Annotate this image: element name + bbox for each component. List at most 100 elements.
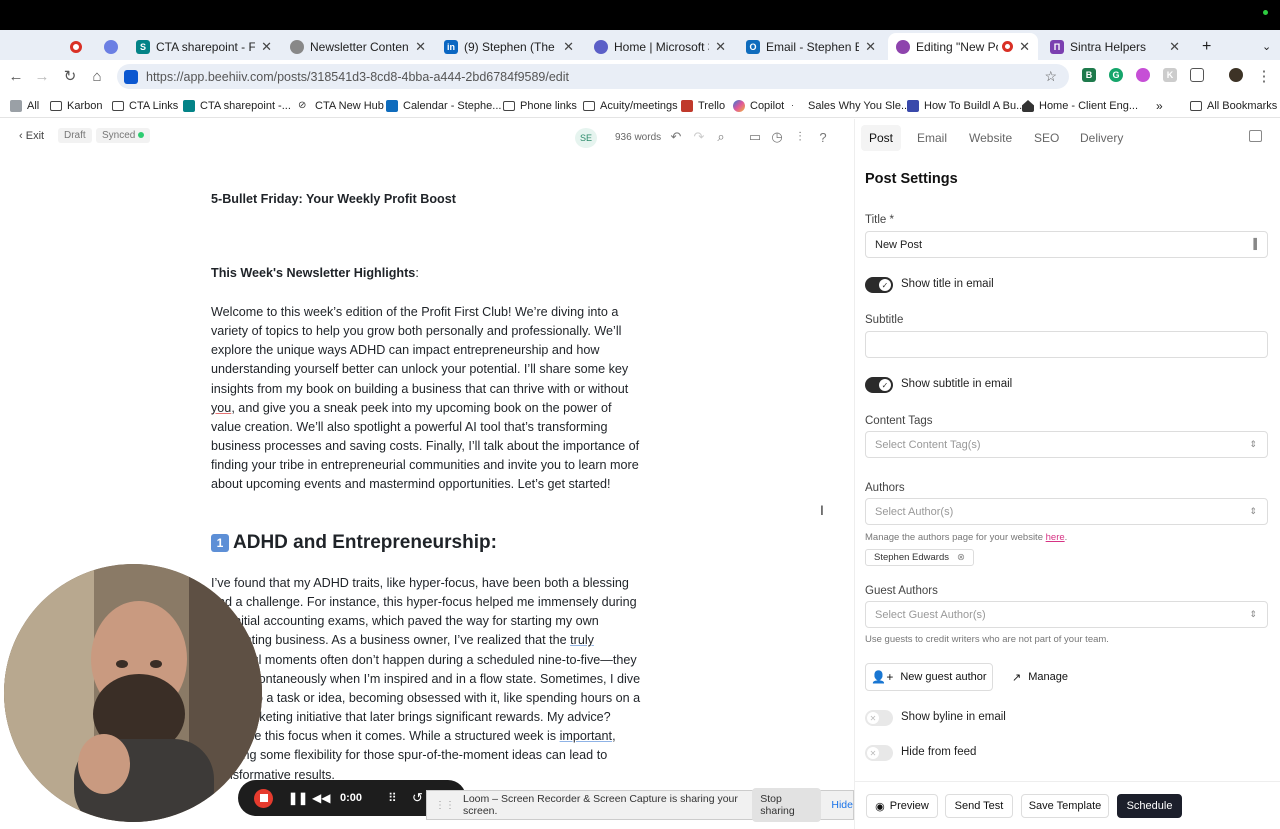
authors-page-link[interactable]: here bbox=[1046, 532, 1065, 543]
bookmark-how-to-build[interactable]: How To Buildl A Bu... bbox=[907, 98, 1025, 114]
manage-button[interactable]: ↗ Manage bbox=[1004, 663, 1076, 691]
tab-5[interactable]: Editing "New Post"✕ bbox=[888, 33, 1038, 60]
tab-post[interactable]: Post bbox=[861, 125, 902, 151]
tab-3[interactable]: Home | Microsoft 365✕ bbox=[586, 33, 734, 60]
tab-6[interactable]: Π Sintra Helpers ✕ bbox=[1042, 33, 1188, 60]
show-byline-toggle[interactable]: ✕ bbox=[865, 710, 893, 726]
reload-icon[interactable]: ↻ bbox=[60, 66, 80, 86]
stop-record-button[interactable] bbox=[254, 788, 273, 808]
new-tab-button[interactable]: + bbox=[1194, 33, 1216, 60]
bookmark-karbon[interactable]: Karbon bbox=[50, 98, 102, 114]
forward-arrow-icon[interactable]: → bbox=[32, 66, 52, 86]
guest-authors-select[interactable]: Select Guest Author(s) ⇕ bbox=[865, 601, 1268, 628]
tab-recording[interactable] bbox=[62, 33, 92, 60]
bookmark-all-bookmarks[interactable]: All Bookmarks bbox=[1190, 98, 1277, 114]
extension-k-icon[interactable]: K bbox=[1163, 68, 1177, 82]
close-icon[interactable]: ✕ bbox=[563, 39, 574, 55]
close-icon[interactable]: ✕ bbox=[865, 39, 876, 55]
bookmark-calendar[interactable]: Calendar - Stephe... bbox=[386, 98, 501, 114]
presenter-video bbox=[4, 564, 262, 822]
kebab-menu-icon[interactable]: ⋮ bbox=[1254, 66, 1274, 86]
url-bar[interactable]: https://app.beehiiv.com/posts/318541d3-8… bbox=[117, 64, 1069, 89]
post-heading[interactable]: 5-Bullet Friday: Your Weekly Profit Boos… bbox=[211, 192, 456, 206]
tab-search-chevron-icon[interactable]: ⌄ bbox=[1254, 33, 1274, 60]
webcam-bubble[interactable] bbox=[4, 564, 262, 822]
history-icon[interactable]: ◷ bbox=[769, 129, 785, 145]
comment-icon[interactable]: ▭ bbox=[747, 129, 763, 145]
grammarly-icon[interactable]: G bbox=[1109, 68, 1123, 82]
search-icon[interactable]: ⌕ bbox=[713, 129, 729, 145]
settings-sliders-icon[interactable]: ⫶ bbox=[792, 129, 808, 145]
bookmark-sales[interactable]: · Sales Why You Sle... bbox=[791, 98, 910, 114]
close-icon[interactable]: ✕ bbox=[715, 39, 726, 55]
bookmark-phone-links[interactable]: Phone links bbox=[503, 98, 577, 114]
remove-icon[interactable]: ⊗ bbox=[957, 552, 965, 563]
bookmark-cta-new-hub[interactable]: ⊘ CTA New Hub bbox=[298, 98, 384, 114]
authors-select[interactable]: Select Author(s) ⇕ bbox=[865, 498, 1268, 525]
bookmark-cta-links[interactable]: CTA Links bbox=[112, 98, 178, 114]
stop-sharing-button[interactable]: Stop sharing bbox=[752, 788, 822, 822]
pause-icon[interactable]: ❚❚ bbox=[288, 791, 308, 805]
bookmark-copilot[interactable]: Copilot bbox=[733, 98, 784, 114]
eye-icon: ◉ bbox=[875, 800, 885, 813]
undo-icon[interactable]: ↶ bbox=[668, 129, 684, 145]
redo-icon[interactable]: ↷ bbox=[691, 129, 707, 145]
tab-2[interactable]: in(9) Stephen (The Profit✕ bbox=[436, 33, 582, 60]
help-icon[interactable]: ? bbox=[815, 129, 831, 145]
exit-button[interactable]: ‹ Exit bbox=[19, 130, 44, 142]
hide-feed-toggle[interactable]: ✕ bbox=[865, 745, 893, 761]
word-count: 936 words bbox=[615, 132, 662, 143]
folder-icon bbox=[583, 101, 595, 111]
collapse-sidebar-icon[interactable] bbox=[1249, 130, 1262, 142]
tab-seo[interactable]: SEO bbox=[1034, 131, 1059, 145]
section-heading-adhd[interactable]: 1 ADHD and Entrepreneurship: bbox=[211, 532, 497, 554]
content-tags-select[interactable]: Select Content Tag(s) ⇕ bbox=[865, 431, 1268, 458]
tab-0[interactable]: SCTA sharepoint - Fee re✕ bbox=[128, 33, 280, 60]
new-guest-author-button[interactable]: 👤+ New guest author bbox=[865, 663, 993, 691]
schedule-button[interactable]: Schedule bbox=[1117, 794, 1182, 818]
section-heading-highlights[interactable]: This Week's Newsletter Highlights: bbox=[211, 266, 419, 280]
puzzle-icon[interactable] bbox=[1190, 68, 1204, 82]
profile-avatar[interactable] bbox=[1229, 68, 1243, 82]
tab-delivery[interactable]: Delivery bbox=[1080, 131, 1123, 145]
preview-button[interactable]: ◉ Preview bbox=[866, 794, 938, 818]
send-test-button[interactable]: Send Test bbox=[945, 794, 1013, 818]
back-arrow-icon[interactable]: ← bbox=[6, 66, 26, 86]
title-input[interactable]: New Post ▐ bbox=[865, 231, 1268, 258]
close-icon[interactable]: ✕ bbox=[415, 39, 426, 55]
save-template-button[interactable]: Save Template bbox=[1021, 794, 1109, 818]
hide-button[interactable]: Hide bbox=[831, 799, 853, 811]
star-icon[interactable]: ☆ bbox=[1044, 68, 1057, 85]
home-icon bbox=[1022, 100, 1034, 112]
bookmark-home-client[interactable]: Home - Client Eng... bbox=[1022, 98, 1138, 114]
drag-handle-icon[interactable]: ⋮⋮ bbox=[435, 800, 455, 811]
bullet-icon: · bbox=[791, 100, 803, 112]
tab-extension[interactable] bbox=[96, 33, 126, 60]
show-subtitle-toggle[interactable]: ✓ bbox=[865, 377, 893, 393]
extension-b-icon[interactable]: B bbox=[1082, 68, 1096, 82]
close-icon[interactable]: ✕ bbox=[261, 39, 272, 55]
bookmark-trello[interactable]: Trello bbox=[681, 98, 725, 114]
adhd-paragraph[interactable]: I’ve found that my ADHD traits, like hyp… bbox=[211, 574, 641, 785]
bookmarks-overflow-icon[interactable]: » bbox=[1156, 98, 1163, 114]
rewind-icon[interactable]: ◀◀ bbox=[312, 791, 330, 805]
bookmark-acuity[interactable]: Acuity/meetings bbox=[583, 98, 678, 114]
authors-label: Authors bbox=[865, 482, 905, 494]
intro-paragraph[interactable]: Welcome to this week’s edition of the Pr… bbox=[211, 303, 641, 495]
tab-email[interactable]: Email bbox=[917, 131, 947, 145]
bookmark-all[interactable]: All bbox=[10, 98, 39, 114]
grid-icon[interactable]: ⠿ bbox=[388, 791, 397, 805]
bookmark-cta-sharepoint[interactable]: CTA sharepoint -... bbox=[183, 98, 291, 114]
tab-website[interactable]: Website bbox=[969, 131, 1012, 145]
avatar[interactable]: SE bbox=[575, 128, 597, 148]
extension-flower-icon[interactable] bbox=[1136, 68, 1150, 82]
close-icon[interactable]: ✕ bbox=[1019, 39, 1030, 55]
restart-icon[interactable]: ↺ bbox=[412, 790, 423, 806]
subtitle-input[interactable] bbox=[865, 331, 1268, 358]
show-title-toggle[interactable]: ✓ bbox=[865, 277, 893, 293]
tab-4[interactable]: OEmail - Stephen Edwar✕ bbox=[738, 33, 884, 60]
tab-1[interactable]: Newsletter Content Cre✕ bbox=[282, 33, 434, 60]
screen-share-banner: ⋮⋮ Loom – Screen Recorder & Screen Captu… bbox=[426, 788, 854, 822]
close-icon[interactable]: ✕ bbox=[1169, 39, 1180, 55]
home-icon[interactable]: ⌂ bbox=[87, 66, 107, 86]
